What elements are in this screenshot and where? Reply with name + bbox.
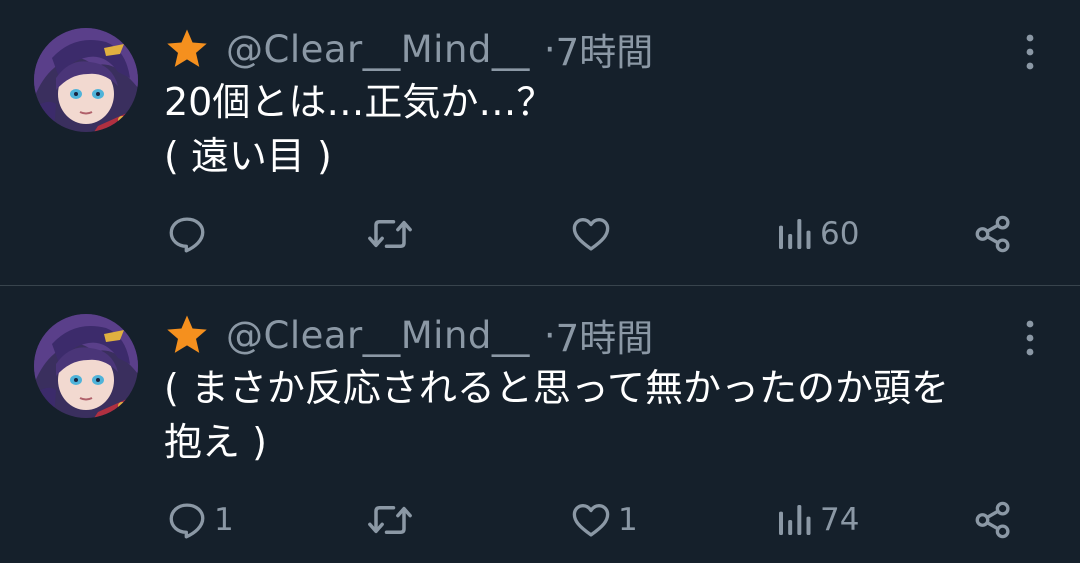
timestamp[interactable]: 7時間 [556, 308, 654, 362]
tweet-text-line: 20個とは…正気か…？ [164, 80, 555, 124]
reply-button[interactable]: 1 [166, 490, 234, 550]
avatar-image [34, 314, 138, 418]
like-button[interactable] [570, 204, 618, 264]
tweet-text: ( まさか反応されると思って無かったのか頭を 抱え ) [164, 361, 1054, 469]
share-icon [975, 501, 1010, 539]
more-vertical-icon[interactable] [1020, 30, 1040, 74]
tweet-header: @Clear__Mind__ · 7時間 [164, 22, 653, 76]
retweet-button[interactable] [366, 204, 420, 264]
action-bar: 60 [0, 204, 1080, 264]
tweet-text: 20個とは…正気か…？ ( 遠い目 ) [164, 75, 1054, 183]
avatar-image [34, 28, 138, 132]
separator-dot: · [543, 313, 556, 357]
tweet[interactable]: @Clear__Mind__ · 7時間 ( まさか反応されると思って無かったの… [0, 286, 1080, 563]
tweet-header: @Clear__Mind__ · 7時間 [164, 308, 653, 362]
action-bar: 1 1 74 [0, 490, 1080, 550]
view-count: 60 [820, 216, 860, 252]
retweet-icon [368, 220, 412, 248]
tweet-text-line: ( 遠い目 ) [164, 134, 332, 178]
timestamp[interactable]: 7時間 [556, 22, 654, 76]
avatar[interactable] [34, 314, 138, 418]
views-icon [779, 505, 811, 535]
timeline-feed: @Clear__Mind__ · 7時間 20個とは…正気か…？ ( 遠い目 ) [0, 0, 1080, 563]
separator-dot: · [543, 27, 556, 71]
reply-count: 1 [214, 502, 234, 538]
tweet[interactable]: @Clear__Mind__ · 7時間 20個とは…正気か…？ ( 遠い目 ) [0, 0, 1080, 285]
heart-icon [572, 503, 610, 537]
views-button[interactable]: 60 [774, 204, 859, 264]
views-icon [779, 219, 811, 249]
retweet-icon [368, 506, 412, 534]
retweet-button[interactable] [366, 490, 420, 550]
star-icon [167, 315, 207, 353]
reply-icon [169, 503, 205, 539]
reply-icon [169, 217, 205, 253]
tweet-text-line: 抱え ) [164, 420, 267, 464]
more-vertical-icon[interactable] [1020, 316, 1040, 360]
share-icon [975, 215, 1010, 253]
like-button[interactable]: 1 [570, 490, 638, 550]
like-count: 1 [618, 502, 638, 538]
reply-button[interactable] [166, 204, 214, 264]
share-button[interactable] [972, 490, 1014, 550]
user-handle[interactable]: @Clear__Mind__ [226, 28, 530, 71]
user-handle[interactable]: @Clear__Mind__ [226, 314, 530, 357]
star-icon [167, 29, 207, 67]
avatar[interactable] [34, 28, 138, 132]
tweet-text-line: ( まさか反応されると思って無かったのか頭を [164, 366, 950, 410]
views-button[interactable]: 74 [774, 490, 859, 550]
share-button[interactable] [972, 204, 1014, 264]
heart-icon [572, 217, 610, 251]
view-count: 74 [820, 502, 860, 538]
